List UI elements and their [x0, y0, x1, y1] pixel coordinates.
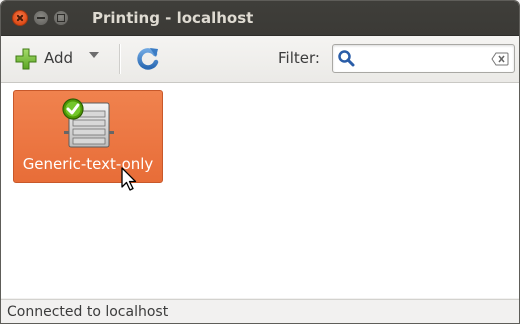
- filter-field[interactable]: [332, 44, 515, 73]
- plus-icon: [15, 48, 37, 70]
- printing-window: Printing - localhost Add Filter: Generic…: [0, 0, 520, 324]
- refresh-icon: [137, 48, 159, 70]
- maximize-window-button[interactable]: [53, 10, 69, 26]
- mouse-cursor-icon: [121, 167, 137, 191]
- title-bar[interactable]: Printing - localhost: [1, 1, 519, 36]
- filter-input[interactable]: [357, 48, 485, 68]
- window-title: Printing - localhost: [92, 9, 254, 27]
- printer-icon-view[interactable]: Generic-text-only: [1, 83, 519, 298]
- add-dropdown-arrow-icon[interactable]: [89, 52, 99, 58]
- add-button-label: Add: [44, 49, 74, 67]
- status-bar: Connected to localhost: [1, 299, 519, 323]
- toolbar-separator: [119, 44, 120, 74]
- printer-item-generic-text-only[interactable]: Generic-text-only: [13, 90, 163, 183]
- clear-icon[interactable]: [491, 52, 509, 66]
- toolbar: Add Filter:: [1, 36, 519, 83]
- minimize-window-button[interactable]: [33, 10, 49, 26]
- status-text: Connected to localhost: [7, 304, 169, 320]
- close-window-button[interactable]: [12, 10, 28, 26]
- filter-label: Filter:: [278, 49, 320, 67]
- printer-name-label: Generic-text-only: [22, 155, 154, 173]
- add-printer-button[interactable]: Add: [11, 45, 79, 73]
- printer-icon: [62, 98, 114, 148]
- search-icon: [338, 50, 355, 67]
- refresh-button[interactable]: [135, 45, 161, 73]
